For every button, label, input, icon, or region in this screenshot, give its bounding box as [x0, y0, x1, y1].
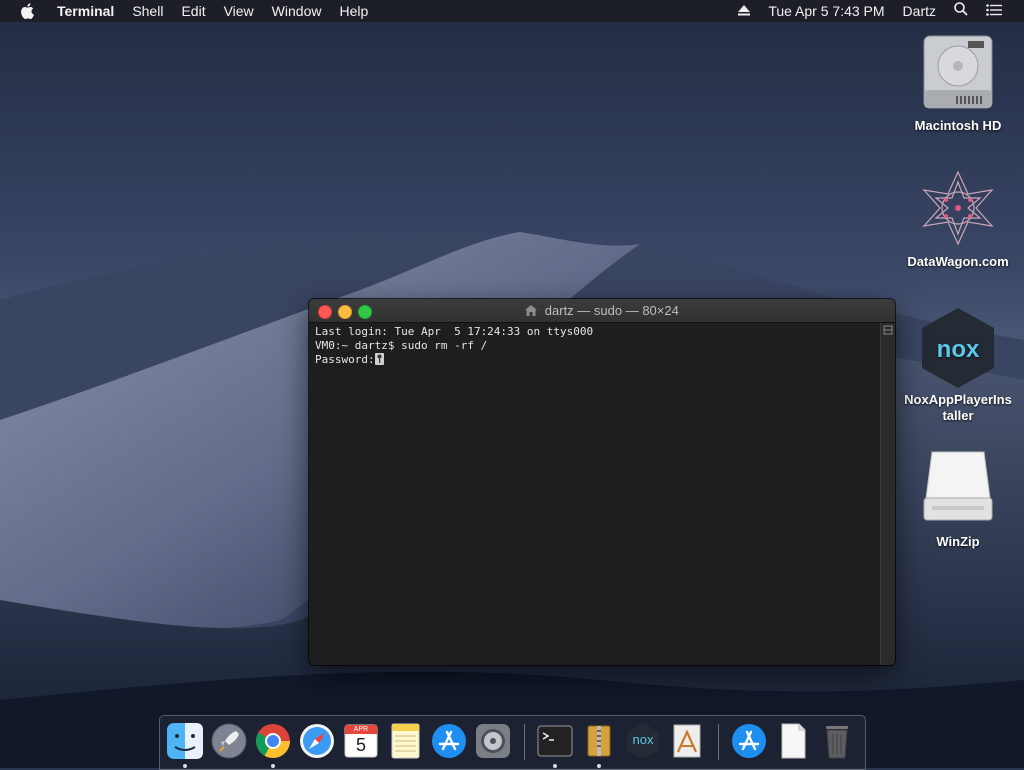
menu-edit[interactable]: Edit — [172, 0, 214, 22]
menu-shell[interactable]: Shell — [123, 0, 172, 22]
dock-app-store[interactable] — [430, 722, 468, 760]
terminal-window[interactable]: dartz — sudo — 80×24 Last login: Tue Apr… — [309, 299, 895, 665]
desktop-icon-label: Macintosh HD — [914, 118, 1002, 133]
document-icon — [781, 723, 806, 759]
desktop-icon-label: WinZip — [936, 534, 980, 549]
terminal-title: dartz — sudo — 80×24 — [544, 303, 679, 318]
gear-icon — [476, 724, 510, 758]
zoom-button[interactable] — [358, 305, 372, 319]
dock-system-preferences[interactable] — [474, 722, 512, 760]
spotlight-search-icon[interactable] — [945, 0, 977, 22]
disk-image-icon — [918, 448, 998, 528]
svg-text:nox: nox — [937, 336, 980, 363]
script-editor-icon — [673, 724, 701, 758]
launchpad-rocket-icon — [211, 723, 247, 759]
safari-compass-icon — [300, 724, 334, 758]
running-indicator — [183, 764, 187, 768]
running-indicator — [271, 764, 275, 768]
notification-center-icon[interactable] — [977, 0, 1024, 22]
eject-icon[interactable] — [729, 0, 759, 22]
desktop-icon-label: NoxAppPlayerIns taller — [904, 392, 1012, 423]
terminal-titlebar[interactable]: dartz — sudo — 80×24 — [309, 299, 895, 323]
dock-terminal[interactable] — [536, 722, 574, 768]
dock-archive-utility[interactable] — [580, 722, 618, 768]
archive-icon — [587, 725, 611, 757]
terminal-scrollbar[interactable] — [880, 323, 895, 665]
apple-menu-icon[interactable] — [0, 3, 48, 19]
dock-documents-stack[interactable] — [774, 722, 812, 760]
finder-icon — [167, 723, 203, 759]
desktop-icon-datawagon[interactable]: DataWagon.com — [898, 168, 1018, 270]
desktop-icon-winzip[interactable]: WinZip — [898, 448, 1018, 550]
running-indicator — [597, 764, 601, 768]
terminal-line: Last login: Tue Apr 5 17:24:33 on ttys00… — [315, 325, 594, 338]
menu-app-terminal[interactable]: Terminal — [48, 0, 123, 22]
terminal-line: Password: — [315, 353, 875, 367]
nox-icon: nox — [918, 306, 998, 388]
menu-window[interactable]: Window — [263, 0, 331, 22]
desktop-icon-label: DataWagon.com — [907, 254, 1009, 269]
menu-user[interactable]: Dartz — [894, 0, 945, 22]
dock-launchpad[interactable] — [210, 722, 248, 760]
desktop-icon-noxappplayerinstaller[interactable]: nox NoxAppPlayerIns taller — [898, 306, 1018, 424]
dock-calendar[interactable]: APR 5 — [342, 722, 380, 760]
menu-view[interactable]: View — [215, 0, 263, 22]
app-store-stack-icon — [732, 724, 766, 758]
menu-clock[interactable]: Tue Apr 5 7:43 PM — [759, 0, 893, 22]
dock-downloads-stack[interactable] — [730, 722, 768, 760]
password-prompt: Password: — [315, 353, 375, 366]
desktop-icon-macintosh-hd[interactable]: Macintosh HD — [898, 32, 1018, 134]
menu-help[interactable]: Help — [330, 0, 377, 22]
close-button[interactable] — [318, 305, 332, 319]
terminal-output[interactable]: Last login: Tue Apr 5 17:24:33 on ttys00… — [309, 323, 881, 665]
terminal-icon — [537, 725, 573, 757]
chrome-icon — [256, 724, 290, 758]
running-indicator — [553, 764, 557, 768]
dock-trash[interactable] — [818, 722, 856, 760]
dock-nox[interactable]: nox — [624, 722, 662, 760]
home-folder-icon — [525, 300, 538, 323]
dock-safari[interactable] — [298, 722, 336, 760]
dock-script-editor[interactable] — [668, 722, 706, 760]
trash-icon — [826, 726, 848, 759]
terminal-line: VM0:~ dartz$ sudo rm -rf / — [315, 339, 488, 352]
dock-finder[interactable] — [166, 722, 204, 768]
dock-separator — [718, 724, 719, 760]
hard-drive-icon — [918, 32, 998, 112]
nox-label: nox — [632, 732, 654, 747]
notes-icon — [391, 723, 420, 759]
split-pane-icon[interactable] — [881, 323, 895, 337]
minimize-button[interactable] — [338, 305, 352, 319]
dock: APR 5 nox — [159, 715, 866, 770]
dock-notes[interactable] — [386, 722, 424, 760]
dock-chrome[interactable] — [254, 722, 292, 768]
key-cursor-icon — [374, 353, 384, 365]
datawagon-icon — [918, 168, 998, 248]
calendar-month: APR — [353, 726, 369, 733]
app-store-icon — [432, 724, 466, 758]
menu-bar: Terminal Shell Edit View Window Help Tue… — [0, 0, 1024, 22]
dock-separator — [524, 724, 525, 760]
calendar-day: 5 — [355, 735, 366, 755]
